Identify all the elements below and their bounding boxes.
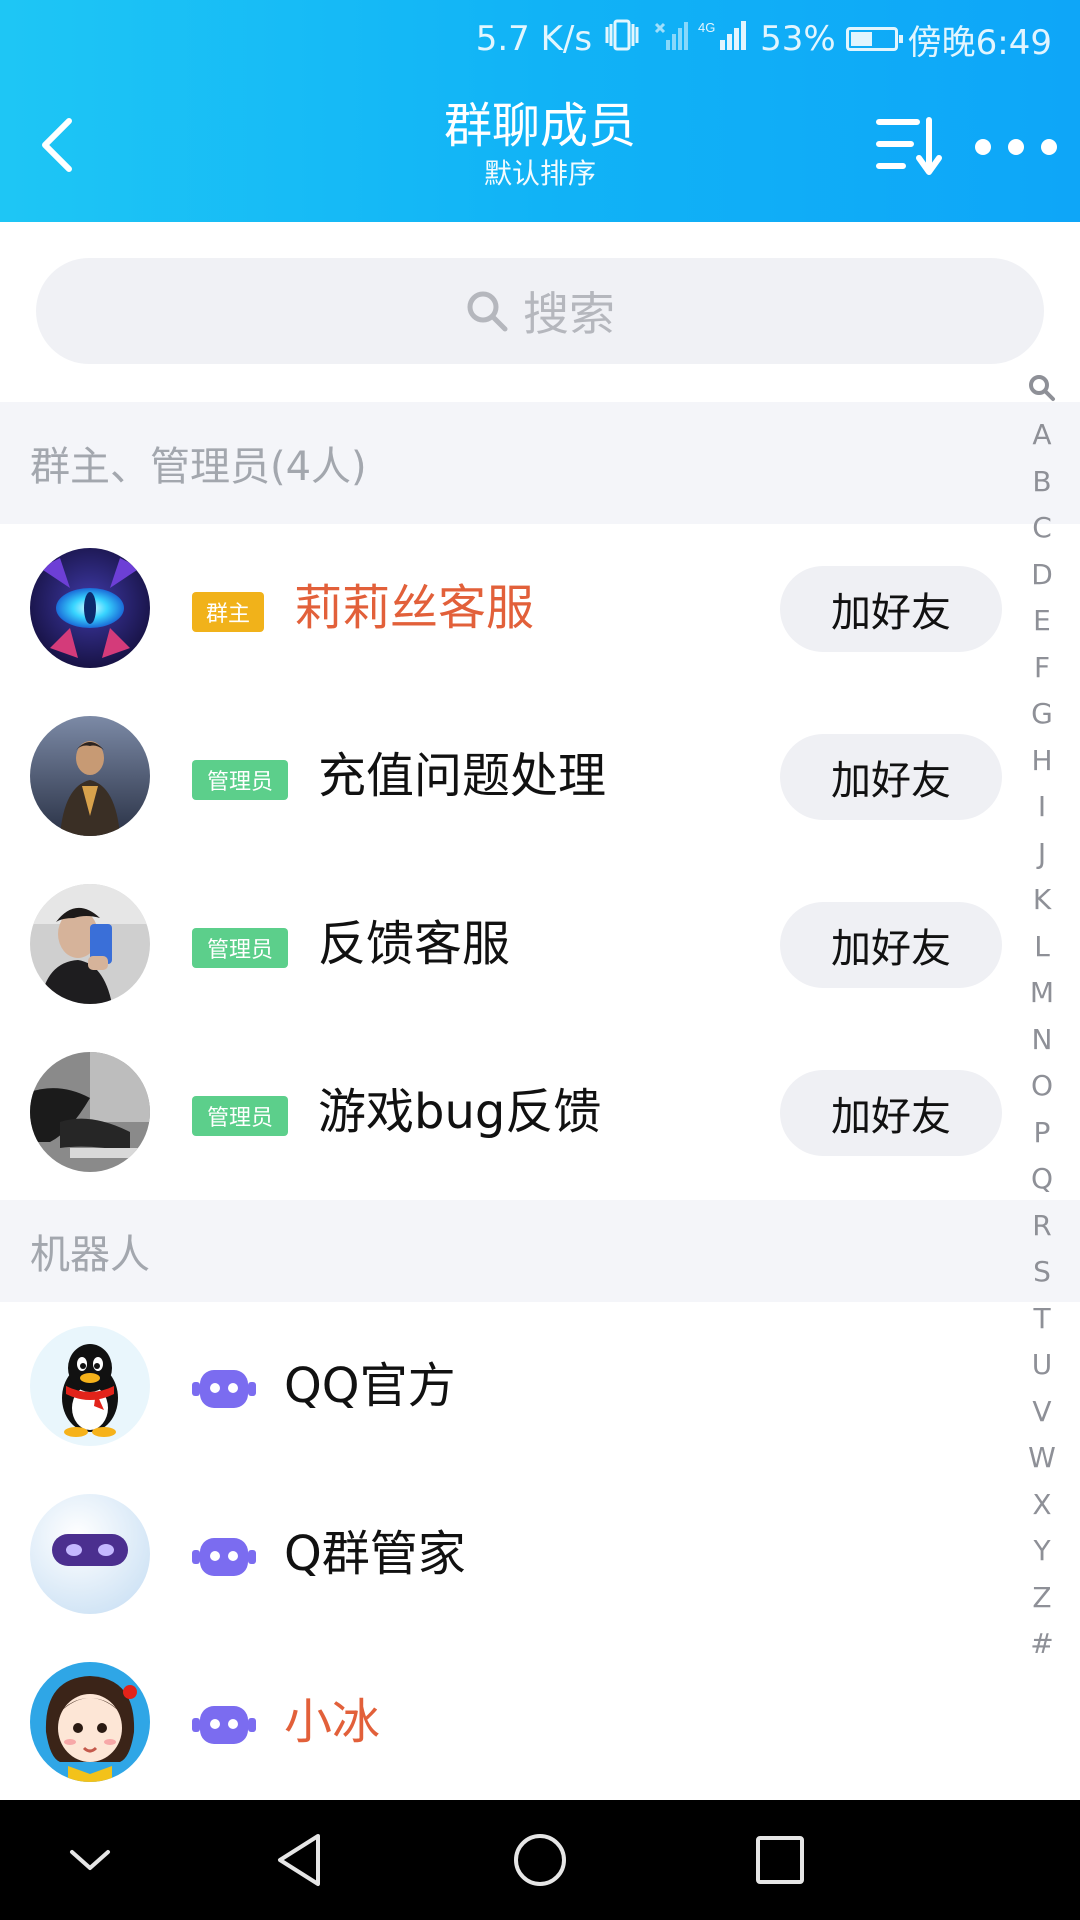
robot-row[interactable]: Q群管家 <box>0 1470 1080 1638</box>
avatar[interactable] <box>30 548 150 668</box>
robot-icon <box>192 1700 256 1748</box>
index-letter[interactable]: B <box>1010 458 1074 505</box>
robot-row[interactable]: QQ官方 <box>0 1302 1080 1470</box>
index-search-icon[interactable] <box>1010 365 1074 412</box>
search-icon <box>467 291 508 332</box>
avatar[interactable] <box>30 1662 150 1782</box>
section-label: 机器人 <box>30 1232 150 1278</box>
index-letter[interactable]: K <box>1010 877 1074 924</box>
add-friend-button[interactable]: 加好友 <box>780 902 1002 988</box>
index-letter[interactable]: T <box>1010 1295 1074 1342</box>
member-row[interactable]: 管理员 充值问题处理 加好友 <box>0 692 1080 860</box>
sort-icon <box>876 117 942 175</box>
index-letter[interactable]: L <box>1010 923 1074 970</box>
robot-name: QQ官方 <box>284 1358 456 1414</box>
index-letter[interactable]: H <box>1010 737 1074 784</box>
index-letter[interactable]: M <box>1010 970 1074 1017</box>
index-letter[interactable]: I <box>1010 784 1074 831</box>
no-sim-signal-icon <box>652 18 689 60</box>
member-name: 游戏bug反馈 <box>318 1084 602 1140</box>
section-label: 群主、管理员(4人) <box>30 444 367 490</box>
member-row[interactable]: 管理员 反馈客服 加好友 <box>0 860 1080 1028</box>
add-friend-button[interactable]: 加好友 <box>780 1070 1002 1156</box>
more-icon <box>975 139 991 155</box>
add-friend-button[interactable]: 加好友 <box>780 566 1002 652</box>
vibrate-icon <box>602 18 642 60</box>
home-icon[interactable] <box>508 1828 572 1892</box>
member-row[interactable]: 群主 莉莉丝客服 加好友 <box>0 524 1080 692</box>
title-bar: 5.7 K/s 4G 53% 傍晚6:49 群聊成员 默认排序 <box>0 0 1080 222</box>
index-letter[interactable]: C <box>1010 505 1074 552</box>
section-header-robots: 机器人 <box>0 1200 1080 1302</box>
index-letter[interactable]: D <box>1010 551 1074 598</box>
admin-tag: 管理员 <box>192 760 288 800</box>
index-letter[interactable]: F <box>1010 644 1074 691</box>
index-letter[interactable]: Y <box>1010 1528 1074 1575</box>
index-letter[interactable]: E <box>1010 598 1074 645</box>
avatar[interactable] <box>30 1494 150 1614</box>
signal-4g-icon: 4G <box>698 18 750 60</box>
member-name: 莉莉丝客服 <box>294 580 535 636</box>
index-letter[interactable]: W <box>1010 1435 1074 1482</box>
index-letter[interactable]: O <box>1010 1063 1074 1110</box>
member-name: 反馈客服 <box>318 916 511 972</box>
battery-level <box>850 32 872 46</box>
search-area: 搜索 <box>0 222 1080 402</box>
back-icon[interactable] <box>268 1828 332 1892</box>
more-button[interactable] <box>975 126 1057 168</box>
search-input[interactable]: 搜索 <box>36 258 1044 364</box>
index-letter[interactable]: N <box>1010 1016 1074 1063</box>
index-letter[interactable]: Z <box>1010 1574 1074 1621</box>
status-bar: 5.7 K/s 4G 53% 傍晚6:49 <box>476 14 1052 64</box>
robot-head-avatar <box>30 1494 150 1614</box>
index-letter[interactable]: V <box>1010 1388 1074 1435</box>
member-name: 充值问题处理 <box>318 748 607 804</box>
network-speed: 5.7 K/s <box>475 19 593 59</box>
member-row[interactable]: 管理员 游戏bug反馈 加好友 <box>0 1028 1080 1196</box>
index-letter[interactable]: A <box>1010 412 1074 459</box>
avatar[interactable] <box>30 716 150 836</box>
index-letter[interactable]: P <box>1010 1109 1074 1156</box>
avatar[interactable] <box>30 1326 150 1446</box>
index-letter[interactable]: G <box>1010 691 1074 738</box>
section-header-admins: 群主、管理员(4人) <box>0 402 1080 524</box>
cartoon-girl-avatar <box>30 1662 150 1782</box>
index-letter[interactable]: R <box>1010 1202 1074 1249</box>
robot-icon <box>192 1532 256 1580</box>
alphabet-index-bar[interactable]: A B C D E F G H I J K L M N O P Q R S T U V W X Y Z # <box>1010 365 1074 1667</box>
hide-keyboard-icon[interactable] <box>58 1828 122 1892</box>
robot-name: Q群管家 <box>284 1526 466 1582</box>
svg-text:4G: 4G <box>698 20 715 35</box>
robot-icon <box>192 1364 256 1412</box>
admin-tag: 管理员 <box>192 1096 288 1136</box>
avatar[interactable] <box>30 884 150 1004</box>
index-letter[interactable]: Q <box>1010 1156 1074 1203</box>
battery-percent: 53% <box>760 19 836 59</box>
admin-tag: 管理员 <box>192 928 288 968</box>
index-letter[interactable]: J <box>1010 830 1074 877</box>
search-placeholder: 搜索 <box>523 287 615 341</box>
qq-penguin-avatar <box>30 1326 150 1446</box>
recents-icon[interactable] <box>748 1828 812 1892</box>
index-letter[interactable]: # <box>1010 1621 1074 1668</box>
add-friend-button[interactable]: 加好友 <box>780 734 1002 820</box>
system-nav-bar <box>0 1800 1080 1920</box>
sort-button[interactable] <box>875 114 947 180</box>
owner-tag: 群主 <box>192 592 264 632</box>
clock: 傍晚6:49 <box>907 22 1052 63</box>
avatar[interactable] <box>30 1052 150 1172</box>
index-letter[interactable]: X <box>1010 1481 1074 1528</box>
battery-icon <box>845 27 903 51</box>
robot-row[interactable]: 小冰 <box>0 1638 1080 1800</box>
index-letter[interactable]: U <box>1010 1342 1074 1389</box>
robot-name: 小冰 <box>284 1694 381 1750</box>
index-letter[interactable]: S <box>1010 1249 1074 1296</box>
